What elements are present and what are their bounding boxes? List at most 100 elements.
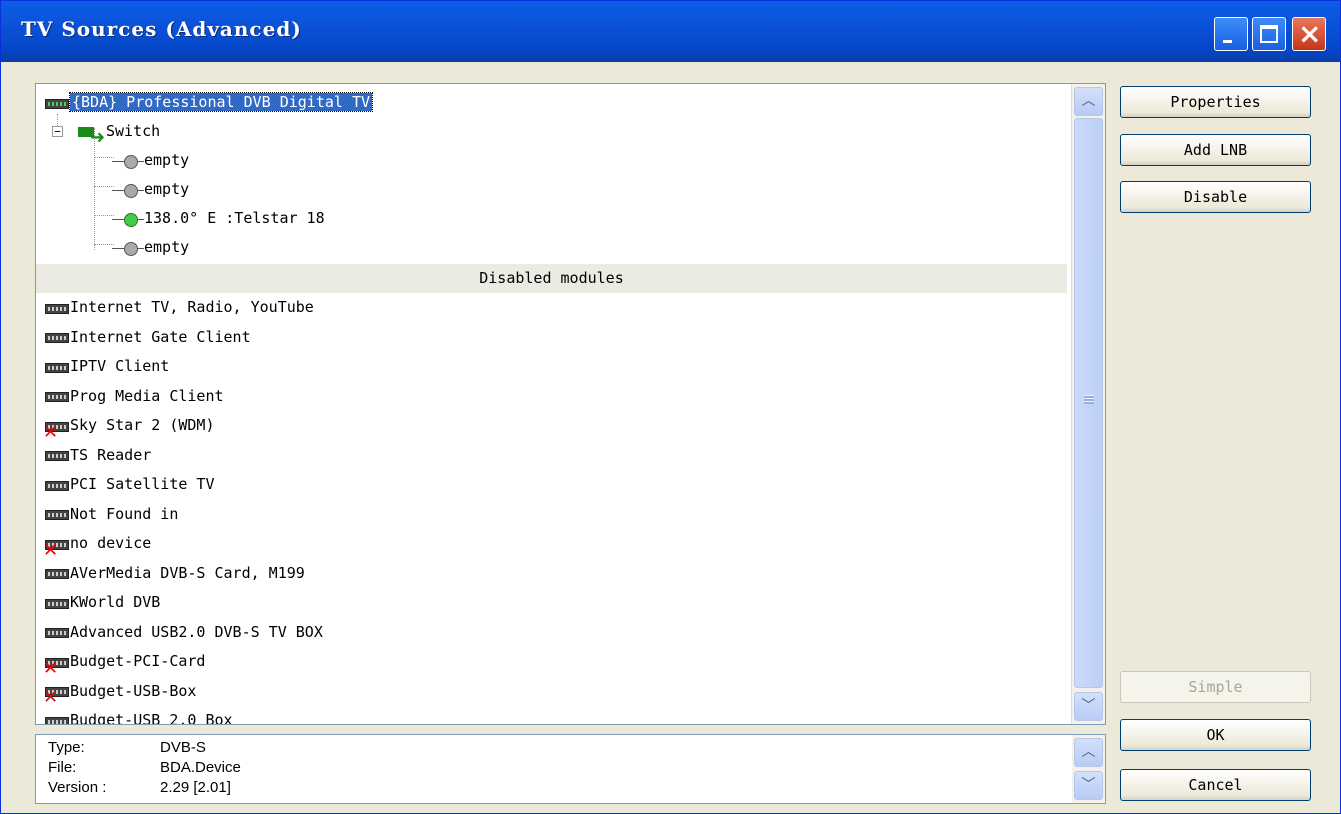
switch-icon: ➜ [76,125,106,148]
tree-connector [94,157,114,158]
disabled-module-item[interactable]: Not Found in [42,500,178,529]
device-card-icon [42,448,70,462]
simple-button[interactable]: Simple [1120,671,1311,703]
disable-button[interactable]: Disable [1120,181,1311,213]
switch-label: Switch [106,122,161,140]
lnb-item[interactable]: empty [112,175,189,204]
title-bar[interactable]: TV Sources (Advanced) × [1,1,1340,62]
disabled-module-item[interactable]: IPTV Client [42,352,169,381]
disabled-module-item[interactable]: Advanced USB2.0 DVB-S TV BOX [42,618,323,647]
lnb-item[interactable]: 138.0° E :Telstar 18 [112,204,325,233]
disabled-module-label: Internet Gate Client [70,327,251,346]
add-lnb-button[interactable]: Add LNB [1120,134,1311,166]
scroll-up-button[interactable]: ︿ [1074,87,1103,116]
minimize-icon [1223,40,1232,43]
maximize-icon [1260,25,1278,43]
disabled-module-item[interactable]: ✕ Sky Star 2 (WDM) [42,411,215,441]
info-file-line: File: BDA.Device [48,758,241,778]
info-scroll-up-button[interactable]: ︿ [1074,738,1103,767]
disabled-module-label: Advanced USB2.0 DVB-S TV BOX [70,622,323,641]
lnb-label: empty [144,180,190,198]
disabled-module-item[interactable]: AVerMedia DVB-S Card, M199 [42,559,305,588]
device-card-icon [42,507,70,521]
tv-sources-window: TV Sources (Advanced) × {BDA} Profession… [0,0,1341,814]
lnb-icon [112,241,144,256]
tree-root-device[interactable]: {BDA} Professional DVB Digital TV [42,88,374,117]
scroll-down-button[interactable]: ﹀ [1074,692,1103,721]
disabled-module-label: AVerMedia DVB-S Card, M199 [70,563,305,582]
device-card-error-icon: ✕ [42,537,70,559]
lnb-item[interactable]: empty [112,233,189,262]
close-button[interactable]: × [1292,17,1326,51]
info-label: Version : [48,779,107,796]
lnb-label: 138.0° E :Telstar 18 [144,209,325,227]
close-icon: × [1298,17,1322,50]
disabled-module-item[interactable]: ✕ Budget-PCI-Card [42,647,206,677]
lnb-active-icon [112,212,144,227]
chevron-up-icon: ︿ [1081,744,1096,760]
collapse-icon[interactable]: − [52,126,63,137]
properties-button[interactable]: Properties [1120,86,1311,118]
disabled-module-item[interactable]: Prog Media Client [42,382,224,411]
disabled-module-label: Budget-PCI-Card [70,652,206,670]
device-card-icon [42,301,70,315]
window-title: TV Sources (Advanced) [21,17,302,41]
disabled-module-label: no device [70,534,152,552]
tree-switch-node[interactable]: − ➜ Switch [36,117,161,148]
tree-connector [94,186,114,187]
device-card-error-icon: ✕ [42,419,70,441]
info-label: File: [48,759,77,776]
device-card-icon [42,625,70,639]
info-label: Type: [48,739,85,756]
disabled-module-item[interactable]: TS Reader [42,441,151,470]
lnb-label: empty [144,238,190,256]
info-scrollbar[interactable]: ︿ ﹀ [1072,735,1105,803]
disabled-module-label: Not Found in [70,504,179,523]
maximize-button[interactable] [1252,17,1286,51]
device-info-panel: Type: DVB-S File: BDA.Device Version : 2.29… [35,734,1106,804]
disabled-module-item[interactable]: ✕ Budget-USB-Box [42,677,197,707]
disabled-module-item[interactable]: PCI Satellite TV [42,470,215,499]
disabled-module-label: TS Reader [70,445,152,464]
info-value: BDA.Device [160,759,241,776]
device-card-error-icon: ✕ [42,684,70,707]
disabled-module-label: Budget-USB-Box [70,681,197,700]
chevron-down-icon: ﹀ [1081,698,1096,714]
device-card-error-icon: ✕ [42,655,70,677]
device-card-icon [42,566,70,580]
disabled-module-label: KWorld DVB [70,593,161,611]
disabled-module-label: Prog Media Client [70,386,224,405]
lnb-item[interactable]: empty [112,146,189,175]
scroll-thumb[interactable] [1074,118,1103,688]
tree-scrollbar[interactable]: ︿ ﹀ [1071,84,1105,724]
disabled-module-item[interactable]: Internet Gate Client [42,323,251,352]
minimize-button[interactable] [1214,17,1248,51]
disabled-module-label: Sky Star 2 (WDM) [70,416,215,434]
disabled-module-item[interactable]: ✕ no device [42,529,152,559]
info-value: 2.29 [2.01] [160,779,231,796]
device-card-icon [42,360,70,374]
info-type-line: Type: DVB-S [48,738,206,758]
ok-button[interactable]: OK [1120,719,1311,751]
tree-connector [94,215,114,216]
disabled-module-item[interactable]: Budget-USB 2.0 Box [42,706,233,724]
disabled-module-label: PCI Satellite TV [70,475,215,493]
lnb-icon [112,154,144,169]
sources-tree[interactable]: {BDA} Professional DVB Digital TV − ➜ Swi… [35,83,1106,725]
disabled-module-item[interactable]: Internet TV, Radio, YouTube [42,293,314,322]
tree-root-label: {BDA} Professional DVB Digital TV [68,92,374,112]
info-version-line: Version : 2.29 [2.01] [48,778,231,798]
disabled-module-label: IPTV Client [70,357,170,375]
device-card-icon [42,330,70,344]
disabled-module-item[interactable]: KWorld DVB [42,588,160,617]
device-card-icon [42,596,70,610]
device-card-icon [42,389,70,403]
info-value: DVB-S [160,739,206,756]
cancel-button[interactable]: Cancel [1120,769,1311,801]
grip-icon [1084,395,1094,404]
device-card-icon [42,478,70,492]
lnb-icon [112,183,144,198]
info-scroll-down-button[interactable]: ﹀ [1074,771,1103,800]
chevron-down-icon: ﹀ [1081,777,1096,793]
chevron-up-icon: ︿ [1081,93,1096,109]
